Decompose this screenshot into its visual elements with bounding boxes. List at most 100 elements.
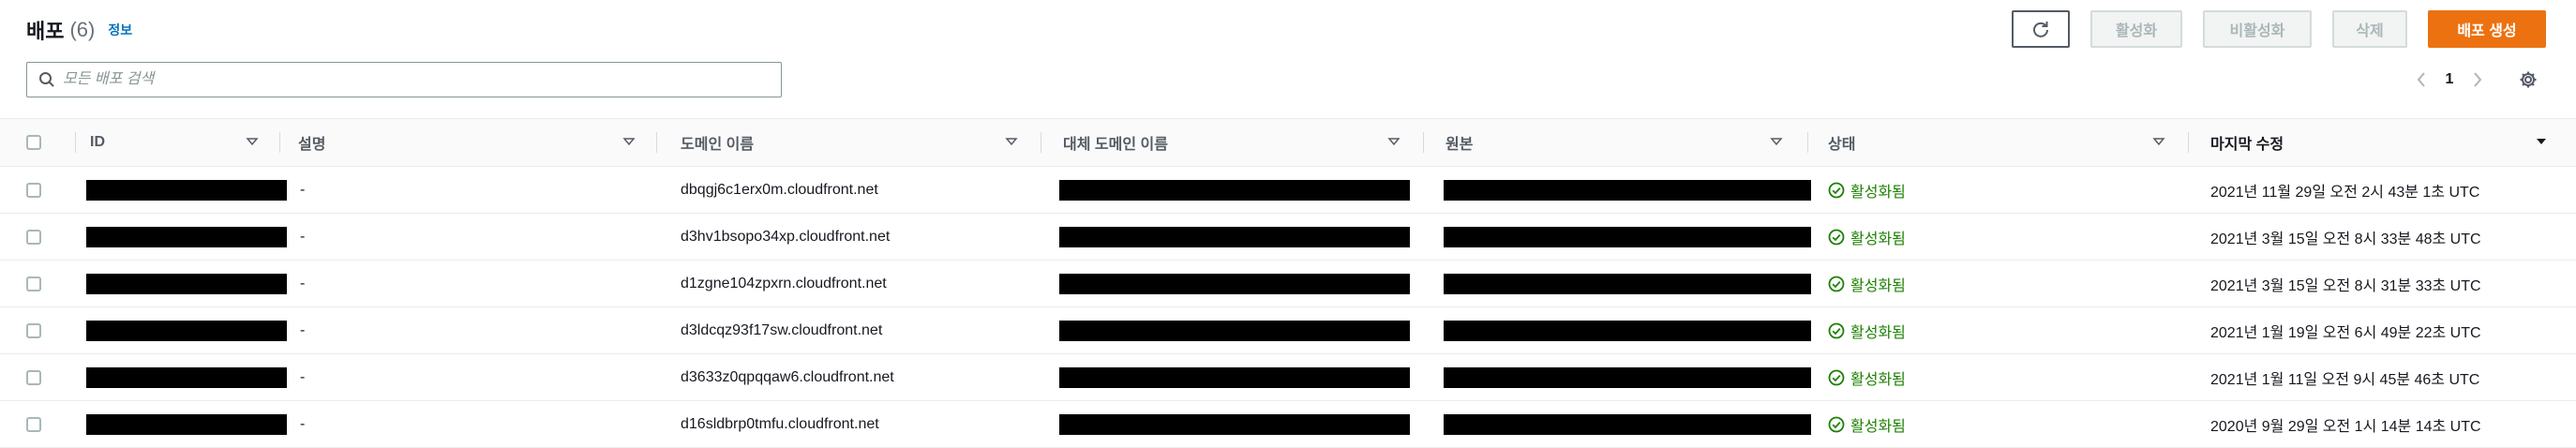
distribution-id-cell[interactable] [86, 167, 287, 213]
next-page-button[interactable] [2464, 71, 2492, 88]
redacted-origin [1444, 320, 1811, 341]
distribution-id-cell[interactable] [86, 214, 287, 260]
status-check-icon [1828, 276, 1845, 291]
redacted-origin [1444, 179, 1811, 201]
redacted-alt-domain [1059, 273, 1410, 294]
origin-cell [1444, 307, 1811, 353]
info-link[interactable]: 정보 [108, 21, 132, 39]
alt-domain-cell [1059, 401, 1410, 447]
disable-button[interactable]: 비활성화 [2203, 10, 2312, 48]
prev-page-button[interactable] [2407, 71, 2435, 88]
table-row[interactable]: - d3ldcqz93f17sw.cloudfront.net 활성화됨 202… [0, 307, 2576, 354]
sort-descending-icon [2537, 139, 2546, 144]
page-title: 배포 [26, 20, 65, 43]
table-body: - dbqgj6c1erx0m.cloudfront.net 활성화됨 2021… [0, 167, 2576, 448]
gear-icon [2520, 71, 2537, 88]
row-checkbox-cell [26, 307, 41, 353]
table-row[interactable]: - dbqgj6c1erx0m.cloudfront.net 활성화됨 2021… [0, 167, 2576, 214]
redacted-id [86, 226, 287, 247]
redacted-id [86, 413, 287, 435]
distribution-id-cell[interactable] [86, 261, 287, 306]
toolbar-actions: 활성화 비활성화 삭제 배포 생성 [2012, 10, 2546, 48]
row-checkbox-cell [26, 214, 41, 260]
column-header-id[interactable]: ID [90, 119, 268, 166]
distributions-table: ID 설명 도메인 이름 대체 도메인 이름 원본 상태 마지막 수정 - db… [0, 118, 2576, 448]
search-box [26, 62, 782, 97]
row-checkbox[interactable] [26, 416, 41, 432]
description-cell: - [300, 228, 306, 245]
sort-caret-icon [1387, 138, 1400, 146]
column-header-last-modified[interactable]: 마지막 수정 [2210, 119, 2557, 166]
origin-cell [1444, 214, 1811, 260]
domain-name-cell: d1zgne104zpxrn.cloudfront.net [681, 275, 887, 291]
status-badge: 활성화됨 [1828, 261, 1906, 306]
redacted-id [86, 366, 287, 388]
status-check-icon [1828, 369, 1845, 385]
current-page-number[interactable]: 1 [2435, 71, 2464, 88]
redacted-alt-domain [1059, 226, 1410, 247]
redacted-origin [1444, 273, 1811, 294]
redacted-alt-domain [1059, 413, 1410, 435]
select-all-checkbox-cell [26, 119, 64, 166]
alt-domain-cell [1059, 354, 1410, 400]
distribution-id-cell[interactable] [86, 401, 287, 447]
row-checkbox[interactable] [26, 229, 41, 245]
status-check-icon [1828, 322, 1845, 338]
sort-caret-icon [622, 138, 636, 146]
table-row[interactable]: - d3633z0qpqqaw6.cloudfront.net 활성화됨 202… [0, 354, 2576, 401]
enable-button[interactable]: 활성화 [2090, 10, 2182, 48]
origin-cell [1444, 261, 1811, 306]
status-text: 활성화됨 [1850, 418, 1906, 435]
description-cell: - [300, 181, 306, 198]
description-cell: - [300, 321, 306, 338]
status-badge: 활성화됨 [1828, 214, 1906, 260]
row-checkbox-cell [26, 167, 41, 213]
last-modified-cell: 2021년 3월 15일 오전 8시 31분 33초 UTC [2210, 277, 2481, 294]
row-checkbox[interactable] [26, 182, 41, 198]
column-header-description[interactable]: 설명 [298, 119, 645, 166]
alt-domain-cell [1059, 167, 1410, 213]
table-preferences-button[interactable] [2514, 66, 2542, 94]
table-row[interactable]: - d1zgne104zpxrn.cloudfront.net 활성화됨 202… [0, 261, 2576, 307]
domain-name-cell: dbqgj6c1erx0m.cloudfront.net [681, 181, 878, 198]
sort-caret-icon [1770, 138, 1783, 146]
distribution-id-cell[interactable] [86, 354, 287, 400]
status-badge: 활성화됨 [1828, 401, 1906, 447]
sort-caret-icon [2152, 138, 2165, 146]
redacted-alt-domain [1059, 320, 1410, 341]
column-header-domain[interactable]: 도메인 이름 [681, 119, 1027, 166]
domain-name-cell: d3ldcqz93f17sw.cloudfront.net [681, 321, 883, 338]
table-row[interactable]: - d3hv1bsopo34xp.cloudfront.net 활성화됨 202… [0, 214, 2576, 261]
pagination: 1 [2407, 66, 2492, 94]
distribution-id-cell[interactable] [86, 307, 287, 353]
search-input[interactable] [61, 70, 781, 89]
refresh-button[interactable] [2012, 10, 2070, 48]
domain-name-cell: d16sldbrp0tmfu.cloudfront.net [681, 415, 879, 432]
status-text: 활성화됨 [1850, 277, 1906, 294]
description-cell: - [300, 368, 306, 385]
description-cell: - [300, 415, 306, 432]
column-header-alt-domain[interactable]: 대체 도메인 이름 [1063, 119, 1410, 166]
alt-domain-cell [1059, 214, 1410, 260]
delete-button[interactable]: 삭제 [2332, 10, 2407, 48]
status-badge: 활성화됨 [1828, 354, 1906, 400]
column-header-origin[interactable]: 원본 [1445, 119, 1792, 166]
last-modified-cell: 2021년 1월 19일 오전 6시 49분 22초 UTC [2210, 324, 2481, 341]
redacted-origin [1444, 366, 1811, 388]
sort-caret-icon [246, 138, 259, 146]
status-badge: 활성화됨 [1828, 307, 1906, 353]
last-modified-cell: 2021년 3월 15일 오전 8시 33분 48초 UTC [2210, 231, 2481, 247]
row-checkbox[interactable] [26, 276, 41, 291]
status-text: 활성화됨 [1850, 324, 1906, 341]
origin-cell [1444, 167, 1811, 213]
row-checkbox[interactable] [26, 369, 41, 385]
table-row[interactable]: - d16sldbrp0tmfu.cloudfront.net 활성화됨 202… [0, 401, 2576, 448]
search-icon [33, 71, 61, 88]
origin-cell [1444, 401, 1811, 447]
column-header-status[interactable]: 상태 [1828, 119, 2175, 166]
row-checkbox[interactable] [26, 322, 41, 338]
create-distribution-button[interactable]: 배포 생성 [2428, 10, 2546, 48]
select-all-checkbox[interactable] [26, 135, 41, 150]
distribution-count: (6) [69, 18, 96, 41]
status-text: 활성화됨 [1850, 184, 1906, 201]
